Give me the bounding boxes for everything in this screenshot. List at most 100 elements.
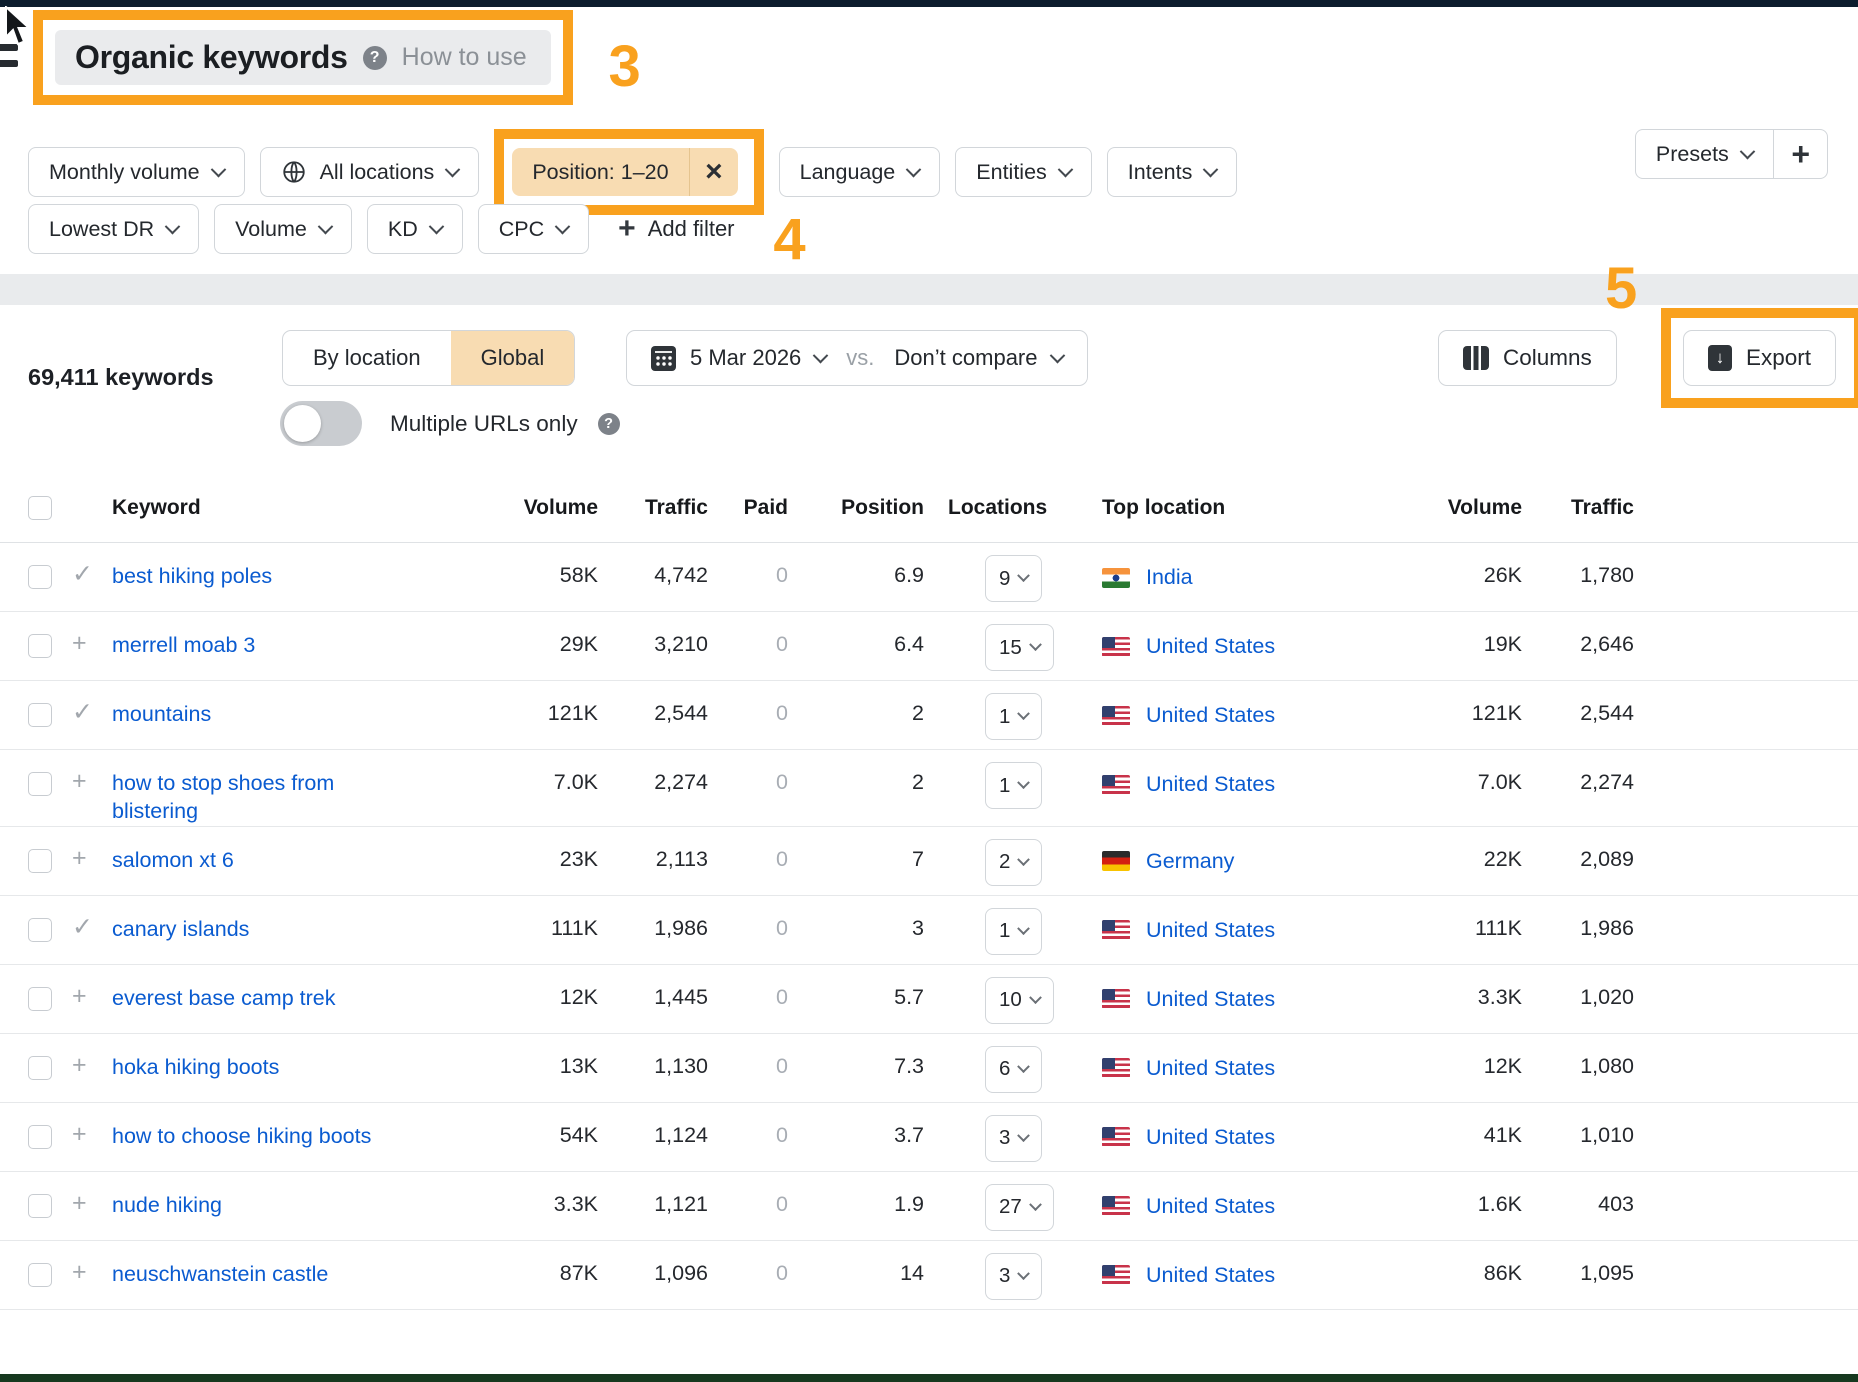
keyword-status-icon[interactable]: +: [62, 1103, 100, 1149]
col-header-traffic[interactable]: Traffic: [598, 478, 708, 520]
chevron-down-icon: [1018, 853, 1031, 866]
keyword-link[interactable]: how to stop shoes from blistering: [112, 770, 374, 826]
top-location-link[interactable]: United States: [1146, 1056, 1275, 1081]
keyword-status-icon[interactable]: +: [62, 1241, 100, 1287]
top-location-link[interactable]: India: [1146, 565, 1193, 590]
keyword-status-icon[interactable]: ✓: [62, 896, 100, 942]
row-checkbox[interactable]: [0, 750, 62, 796]
compare-value[interactable]: Don’t compare: [894, 345, 1037, 371]
row-checkbox[interactable]: [0, 681, 62, 727]
locations-dropdown[interactable]: 6: [985, 1046, 1042, 1093]
locations-dropdown[interactable]: 3: [985, 1253, 1042, 1300]
row-checkbox[interactable]: [0, 1241, 62, 1287]
top-location-link[interactable]: United States: [1146, 1125, 1275, 1150]
keyword-link[interactable]: everest base camp trek: [112, 985, 335, 1013]
locations-dropdown[interactable]: 2: [985, 839, 1042, 886]
col-header-paid[interactable]: Paid: [708, 478, 788, 520]
row-checkbox[interactable]: [0, 827, 62, 873]
locations-dropdown[interactable]: 1: [985, 762, 1042, 809]
row-checkbox[interactable]: [0, 543, 62, 589]
select-all-checkbox[interactable]: [0, 478, 62, 520]
date-value[interactable]: 5 Mar 2026: [690, 345, 801, 371]
kd-filter[interactable]: KD: [367, 204, 463, 254]
row-checkbox[interactable]: [0, 1103, 62, 1149]
row-checkbox[interactable]: [0, 896, 62, 942]
locations-dropdown[interactable]: 27: [985, 1184, 1054, 1231]
chevron-down-icon: [1018, 922, 1031, 935]
row-checkbox[interactable]: [0, 1172, 62, 1218]
multiple-urls-toggle[interactable]: [280, 401, 362, 446]
monthly-volume-filter[interactable]: Monthly volume: [28, 147, 245, 197]
global-tab[interactable]: Global: [451, 331, 575, 385]
keyword-link[interactable]: canary islands: [112, 916, 249, 944]
keyword-link[interactable]: merrell moab 3: [112, 632, 255, 660]
table-row: + how to choose hiking boots 54K 1,124 0…: [0, 1103, 1858, 1172]
date-compare-control[interactable]: 5 Mar 2026 vs. Don’t compare: [626, 330, 1088, 386]
locations-dropdown[interactable]: 9: [985, 555, 1042, 602]
top-location-link[interactable]: United States: [1146, 772, 1275, 797]
volume-filter[interactable]: Volume: [214, 204, 352, 254]
keyword-status-icon[interactable]: +: [62, 965, 100, 1011]
chevron-down-icon: [1018, 569, 1031, 582]
keyword-status-icon[interactable]: +: [62, 750, 100, 796]
add-preset-button[interactable]: +: [1774, 130, 1827, 178]
top-location-link[interactable]: United States: [1146, 987, 1275, 1012]
all-locations-filter[interactable]: All locations: [260, 147, 480, 197]
paid-value: 0: [708, 750, 788, 795]
top-location-link[interactable]: United States: [1146, 703, 1275, 728]
globe-icon: [281, 159, 307, 185]
by-location-tab[interactable]: By location: [283, 331, 451, 385]
keyword-link[interactable]: best hiking poles: [112, 563, 272, 591]
locations-dropdown[interactable]: 1: [985, 908, 1042, 955]
help-icon[interactable]: ?: [363, 46, 387, 70]
section-divider-band: [0, 274, 1858, 305]
position-filter-chip[interactable]: Position: 1–20 ×: [512, 148, 737, 196]
keyword-status-icon[interactable]: ✓: [62, 543, 100, 589]
keyword-link[interactable]: salomon xt 6: [112, 847, 234, 875]
top-location-link[interactable]: United States: [1146, 918, 1275, 943]
export-button[interactable]: ↓ Export: [1683, 330, 1836, 386]
language-filter[interactable]: Language: [779, 147, 941, 197]
col-header-volume-2[interactable]: Volume: [1310, 478, 1522, 520]
locations-dropdown[interactable]: 1: [985, 693, 1042, 740]
keyword-link[interactable]: hoka hiking boots: [112, 1054, 279, 1082]
keyword-link[interactable]: nude hiking: [112, 1192, 222, 1220]
keyword-link[interactable]: mountains: [112, 701, 211, 729]
help-icon[interactable]: ?: [598, 413, 620, 435]
top-location-link[interactable]: United States: [1146, 1263, 1275, 1288]
entities-filter[interactable]: Entities: [955, 147, 1092, 197]
row-checkbox[interactable]: [0, 1034, 62, 1080]
columns-button[interactable]: Columns: [1438, 330, 1617, 386]
keyword-status-icon[interactable]: ✓: [62, 681, 100, 727]
intents-filter[interactable]: Intents: [1107, 147, 1238, 197]
col-header-top-location[interactable]: Top location: [1095, 478, 1310, 520]
keyword-status-icon[interactable]: +: [62, 1172, 100, 1218]
col-header-volume[interactable]: Volume: [420, 478, 598, 520]
row-checkbox[interactable]: [0, 612, 62, 658]
top-location-link[interactable]: United States: [1146, 1194, 1275, 1219]
top-volume-value: 1.6K: [1310, 1172, 1522, 1217]
keyword-status-icon[interactable]: +: [62, 612, 100, 658]
add-filter-button[interactable]: + Add filter: [618, 214, 734, 244]
keyword-link[interactable]: how to choose hiking boots: [112, 1123, 371, 1151]
keyword-link[interactable]: neuschwanstein castle: [112, 1261, 328, 1289]
col-header-position[interactable]: Position: [788, 478, 924, 520]
row-checkbox[interactable]: [0, 965, 62, 1011]
top-location-link[interactable]: Germany: [1146, 849, 1234, 874]
cpc-filter[interactable]: CPC: [478, 204, 589, 254]
lowest-dr-filter[interactable]: Lowest DR: [28, 204, 199, 254]
country-flag-icon: [1102, 706, 1130, 726]
top-location-link[interactable]: United States: [1146, 634, 1275, 659]
locations-dropdown[interactable]: 3: [985, 1115, 1042, 1162]
col-header-traffic-2[interactable]: Traffic: [1522, 478, 1634, 520]
remove-filter-icon[interactable]: ×: [690, 148, 738, 196]
col-header-locations[interactable]: Locations: [924, 478, 1095, 520]
keyword-status-icon[interactable]: +: [62, 827, 100, 873]
keyword-status-icon[interactable]: +: [62, 1034, 100, 1080]
col-header-keyword[interactable]: Keyword: [100, 478, 420, 520]
locations-dropdown[interactable]: 15: [985, 624, 1054, 671]
presets-button[interactable]: Presets: [1636, 130, 1773, 178]
filter-bar-row-2: Lowest DR Volume KD CPC + Add filter: [28, 204, 735, 254]
how-to-use-link[interactable]: How to use: [402, 43, 527, 72]
locations-dropdown[interactable]: 10: [985, 977, 1054, 1024]
